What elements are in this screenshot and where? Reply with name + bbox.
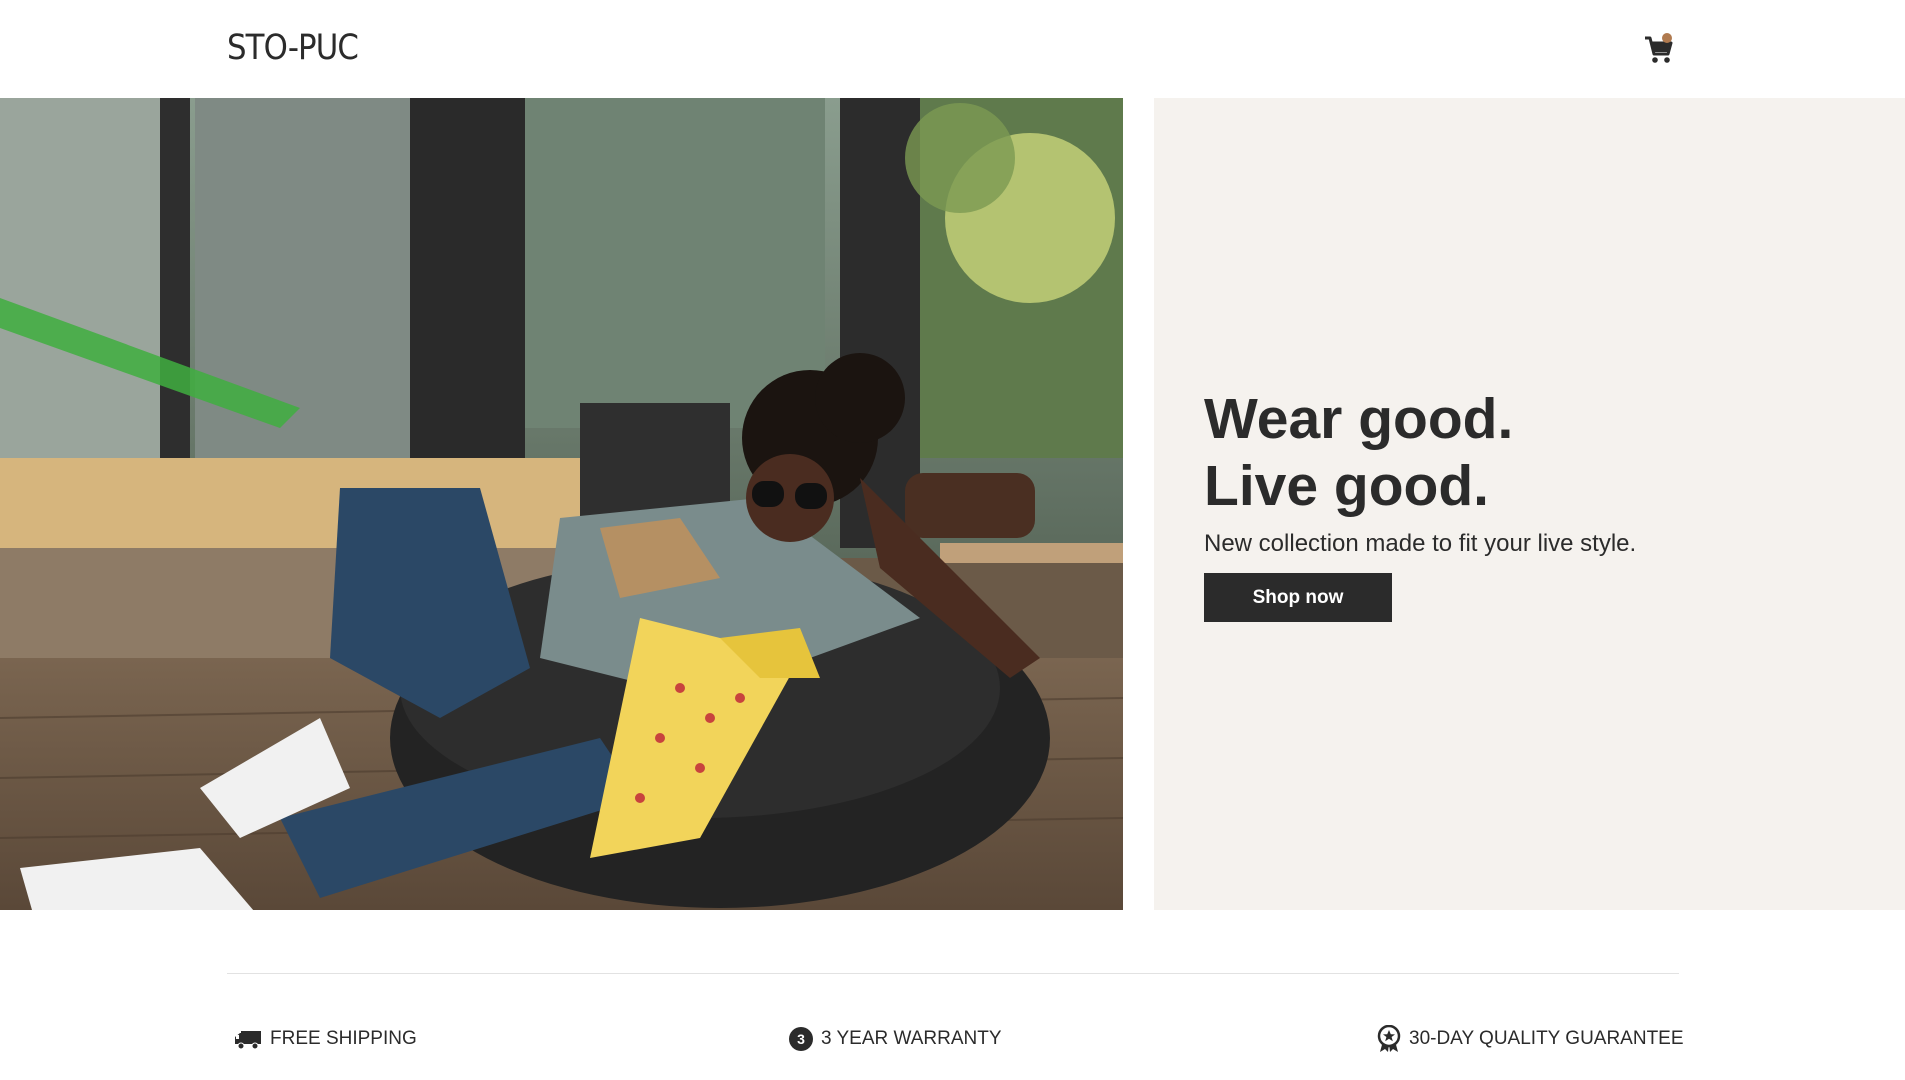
hero-panel: Wear good. Live good. New collection mad… bbox=[1154, 98, 1905, 910]
shop-now-button[interactable]: Shop now bbox=[1204, 573, 1392, 622]
cart-button[interactable] bbox=[1643, 32, 1673, 66]
feature-warranty: 3 3 YEAR WARRANTY bbox=[789, 1024, 1002, 1054]
hero-image bbox=[0, 98, 1123, 910]
feature-label: FREE SHIPPING bbox=[270, 1028, 417, 1049]
number-3-badge-icon: 3 bbox=[789, 1027, 813, 1051]
site-header: STO-PUC bbox=[0, 0, 1905, 98]
feature-label: 30-DAY QUALITY GUARANTEE bbox=[1409, 1028, 1684, 1049]
woman-on-beanbag-photo bbox=[0, 98, 1123, 910]
truck-icon bbox=[234, 1028, 262, 1050]
hero-headline: Wear good. Live good. bbox=[1204, 386, 1513, 520]
hero-subline: New collection made to fit your live sty… bbox=[1204, 530, 1637, 557]
feature-label: 3 YEAR WARRANTY bbox=[821, 1028, 1002, 1049]
cart-badge bbox=[1662, 33, 1672, 43]
feature-free-shipping: FREE SHIPPING bbox=[234, 1024, 417, 1054]
headline-line-1: Wear good. bbox=[1204, 387, 1514, 451]
divider bbox=[227, 973, 1679, 974]
svg-text:3: 3 bbox=[797, 1031, 805, 1047]
award-ribbon-icon bbox=[1377, 1025, 1401, 1053]
feature-quality-guarantee: 30-DAY QUALITY GUARANTEE bbox=[1377, 1024, 1684, 1054]
headline-line-2: Live good. bbox=[1204, 454, 1489, 518]
site-logo[interactable]: STO-PUC bbox=[227, 28, 359, 68]
